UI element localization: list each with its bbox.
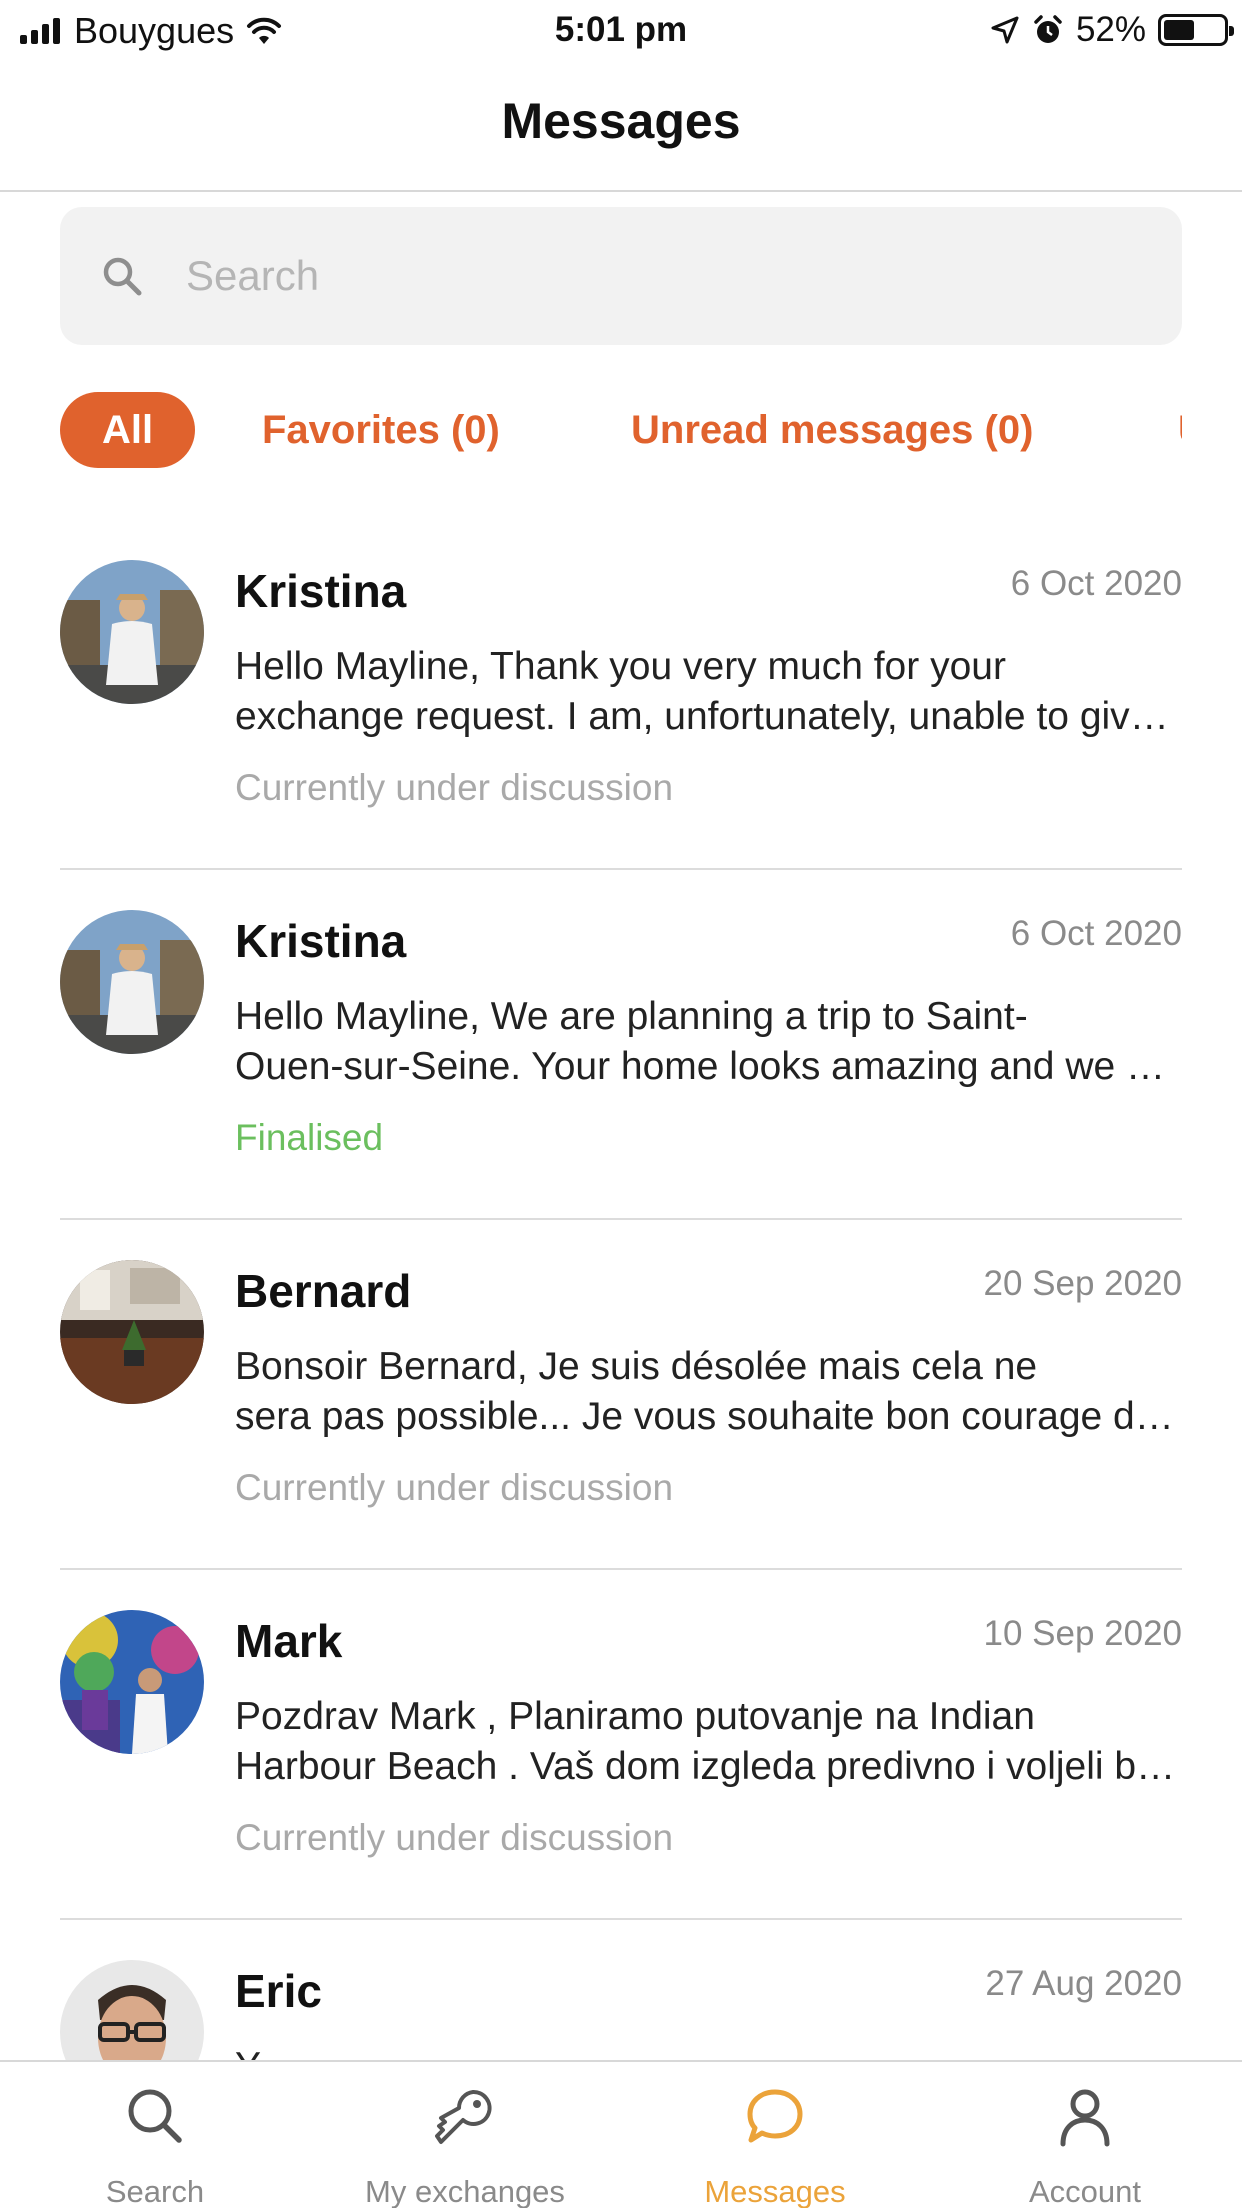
conversation-status: Currently under discussion: [235, 767, 674, 808]
message-preview: Hello Mayline, We are planning a trip to…: [235, 995, 1182, 1088]
conversation-row[interactable]: Kristina 6 Oct 2020 Hello Mayline, We ar…: [60, 870, 1182, 1220]
tab-messages[interactable]: Messages: [620, 2062, 930, 2208]
conversation-list: Kristina 6 Oct 2020 Hello Mayline, Thank…: [0, 520, 1242, 2060]
tab-account[interactable]: Account: [930, 2062, 1240, 2208]
search-icon: [103, 257, 142, 296]
contact-name: Bernard: [235, 1265, 412, 1317]
search-input[interactable]: [186, 252, 1086, 300]
location-arrow-icon: [991, 16, 1019, 44]
search-bar[interactable]: [60, 207, 1182, 345]
chat-bubble-icon: [747, 2089, 803, 2143]
conversation-row[interactable]: Eric 27 Aug 2020 Y: [60, 1920, 1182, 2060]
tab-bar: Search My exchanges Messages Account: [0, 2060, 1242, 2208]
filter-favorites[interactable]: Favorites (0): [262, 392, 500, 468]
person-icon: [1060, 2089, 1110, 2147]
search-icon: [128, 2089, 182, 2143]
contact-name: Kristina: [235, 915, 407, 967]
message-date: 20 Sep 2020: [983, 1264, 1182, 1303]
avatar: [60, 910, 204, 1054]
contact-name: Kristina: [235, 565, 407, 617]
avatar: [60, 1610, 204, 1754]
tab-label: My exchanges: [365, 2174, 565, 2208]
message-preview: Bonsoir Bernard, Je suis désolée mais ce…: [235, 1345, 1182, 1438]
message-preview: Pozdrav Mark , Planiramo putovanje na In…: [235, 1695, 1182, 1788]
tab-label: Account: [1028, 2174, 1141, 2208]
avatar: [60, 560, 204, 704]
filter-unread[interactable]: Unread messages (0): [631, 392, 1033, 468]
status-bar: Bouygues 5:01 pm 52%: [0, 0, 1242, 64]
tab-my-exchanges[interactable]: My exchanges: [310, 2062, 620, 2208]
avatar: [60, 1260, 204, 1404]
tab-label: Messages: [704, 2174, 846, 2208]
page-title: Messages: [501, 93, 741, 149]
message-date: 6 Oct 2020: [1010, 914, 1182, 953]
conversation-row[interactable]: Kristina 6 Oct 2020 Hello Mayline, Thank…: [60, 520, 1182, 870]
tab-search[interactable]: Search: [0, 2062, 310, 2208]
battery-percentage: 52%: [1075, 10, 1146, 49]
filter-all[interactable]: All: [60, 392, 195, 468]
message-preview: Hello Mayline, Thank you very much for y…: [235, 645, 1182, 738]
message-preview: Y: [235, 2042, 1182, 2060]
message-date: 27 Aug 2020: [985, 1964, 1182, 2003]
filter-tabs: All Favorites (0) Unread messages (0) U: [60, 392, 1182, 468]
tab-label: Search: [105, 2174, 205, 2208]
message-date: 10 Sep 2020: [983, 1614, 1182, 1653]
conversation-row[interactable]: Mark 10 Sep 2020 Pozdrav Mark , Planiram…: [60, 1570, 1182, 1920]
filter-more[interactable]: U: [1178, 392, 1182, 468]
conversation-status: Currently under discussion: [235, 1817, 674, 1858]
battery-icon: [1158, 14, 1234, 46]
avatar: [60, 1960, 204, 2060]
header-divider: [0, 190, 1242, 192]
contact-name: Eric: [235, 1965, 322, 2017]
key-icon: [435, 2089, 492, 2144]
conversation-status: Finalised: [235, 1117, 384, 1158]
contact-name: Mark: [235, 1615, 343, 1667]
conversation-row[interactable]: Bernard 20 Sep 2020 Bonsoir Bernard, Je …: [60, 1220, 1182, 1570]
conversation-status: Currently under discussion: [235, 1467, 674, 1508]
alarm-icon: [1034, 15, 1062, 43]
message-date: 6 Oct 2020: [1010, 564, 1182, 603]
